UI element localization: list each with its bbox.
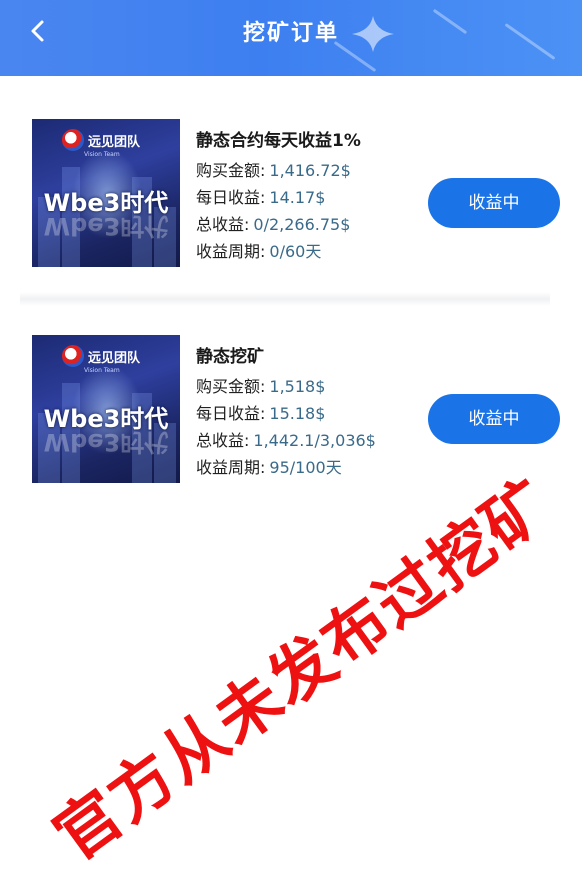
purchase-amount-row: 购买金额: 1,416.72$ — [196, 157, 351, 181]
total-income-row: 总收益: 1,442.1/3,036$ — [196, 427, 376, 451]
app-header: 挖矿订单 — [0, 0, 582, 76]
purchase-amount-row: 购买金额: 1,518$ — [196, 373, 325, 397]
purchase-label: 购买金额: — [196, 161, 266, 180]
team-logo-icon — [62, 129, 84, 151]
product-name: 静态合约每天收益1% — [196, 131, 361, 151]
team-logo-icon — [62, 345, 84, 367]
total-label: 总收益: — [196, 431, 250, 450]
purchase-label: 购买金额: — [196, 377, 266, 396]
brand-reflection: Wbe3时代 — [43, 428, 169, 456]
daily-label: 每日收益: — [196, 404, 266, 423]
team-name: 远见团队 — [88, 350, 141, 366]
product-thumbnail: 远见团队 Vision Team Wbe3时代 Wbe3时代 — [32, 335, 180, 483]
sparkle-icon — [352, 16, 394, 52]
warning-watermark: 官方从未发布过挖矿 — [41, 466, 566, 876]
period-value: 95/100天 — [269, 458, 342, 477]
daily-income-row: 每日收益: 14.17$ — [196, 184, 325, 208]
page-title: 挖矿订单 — [242, 21, 339, 46]
period-label: 收益周期: — [196, 458, 266, 477]
income-period-row: 收益周期: 95/100天 — [196, 454, 342, 478]
total-value: 1,442.1/3,036$ — [253, 431, 376, 450]
purchase-value: 1,416.72$ — [269, 161, 351, 180]
total-label: 总收益: — [196, 215, 250, 234]
team-name: 远见团队 — [88, 134, 141, 150]
product-name: 静态挖矿 — [196, 347, 264, 367]
period-label: 收益周期: — [196, 242, 266, 261]
total-value: 0/2,266.75$ — [253, 215, 351, 234]
earning-status-button[interactable]: 收益中 — [428, 394, 560, 444]
daily-value: 15.18$ — [269, 404, 326, 423]
total-income-row: 总收益: 0/2,266.75$ — [196, 211, 350, 235]
period-value: 0/60天 — [269, 242, 322, 261]
income-period-row: 收益周期: 0/60天 — [196, 238, 321, 262]
earning-status-button[interactable]: 收益中 — [428, 178, 560, 228]
card-divider — [20, 292, 550, 306]
brand-reflection: Wbe3时代 — [43, 212, 169, 240]
purchase-value: 1,518$ — [269, 377, 326, 396]
daily-income-row: 每日收益: 15.18$ — [196, 400, 325, 424]
daily-label: 每日收益: — [196, 188, 266, 207]
team-subtitle: Vision Team — [84, 367, 120, 374]
team-subtitle: Vision Team — [84, 151, 120, 158]
daily-value: 14.17$ — [269, 188, 326, 207]
product-thumbnail: 远见团队 Vision Team Wbe3时代 Wbe3时代 — [32, 119, 180, 267]
